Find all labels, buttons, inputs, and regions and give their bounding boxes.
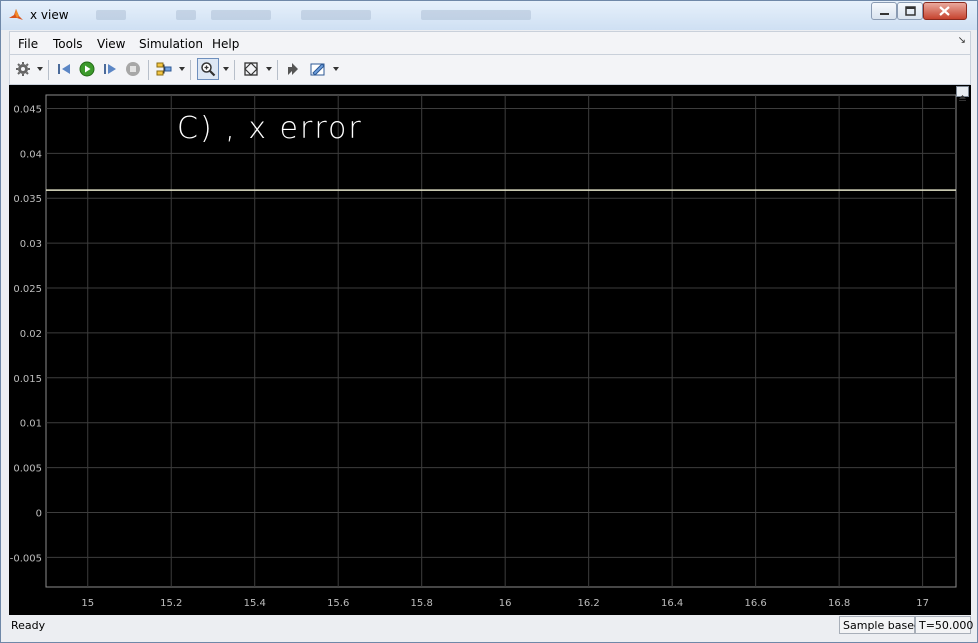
- style-icon: [310, 63, 325, 76]
- blurred-background: [211, 10, 271, 20]
- fit-to-view-icon: [244, 62, 258, 76]
- x-tick-label: 15.4: [244, 598, 266, 609]
- stop-icon: [126, 62, 140, 76]
- step-back-button[interactable]: [54, 59, 74, 79]
- step-forward-icon: [104, 64, 116, 74]
- toolbar-separator: [234, 60, 235, 80]
- highlight-block-button[interactable]: [283, 59, 303, 79]
- signal-selector-dropdown-arrow[interactable]: [179, 67, 185, 71]
- style-button[interactable]: [308, 59, 328, 79]
- minimize-button[interactable]: [871, 2, 897, 20]
- run-icon: [79, 61, 95, 77]
- x-tick-label: 16: [499, 598, 512, 609]
- title-bar[interactable]: x view: [1, 1, 977, 30]
- fit-to-view-button[interactable]: [241, 59, 261, 79]
- step-forward-button[interactable]: [100, 59, 120, 79]
- y-tick-label: 0.005: [13, 464, 42, 475]
- menu-help[interactable]: Help: [212, 37, 239, 51]
- blurred-background: [176, 10, 196, 20]
- toolbar-separator: [190, 60, 191, 80]
- settings-gear-icon: [16, 62, 30, 76]
- zoom-button[interactable]: [197, 58, 219, 80]
- annotation-text: C) , x error: [177, 111, 363, 146]
- axes-box: [45, 94, 957, 588]
- arrow-up-icon: [959, 95, 966, 101]
- y-tick-label: -0.005: [10, 553, 42, 564]
- menu-file[interactable]: File: [18, 37, 38, 51]
- highlight-block-icon: [288, 63, 298, 75]
- signal-selector-icon: [156, 62, 172, 76]
- blurred-background: [96, 10, 126, 20]
- close-icon: [939, 6, 950, 16]
- settings-dropdown-arrow[interactable]: [37, 67, 43, 71]
- status-sample-mode: Sample based: [839, 616, 921, 634]
- menu-simulation[interactable]: Simulation: [139, 37, 203, 51]
- y-tick-label: 0.02: [20, 329, 42, 340]
- menu-bar: File Tools View Simulation Help ↘: [9, 31, 971, 55]
- window-title: x view: [30, 8, 69, 22]
- status-ready-text: Ready: [11, 619, 46, 632]
- maximize-button[interactable]: [897, 2, 923, 20]
- toolbar-separator: [277, 60, 278, 80]
- x-tick-label: 17: [916, 598, 929, 609]
- x-tick-label: 16.4: [661, 598, 683, 609]
- toolbar-separator: [148, 60, 149, 80]
- x-tick-label: 15.2: [160, 598, 182, 609]
- y-tick-label: 0.04: [20, 149, 42, 160]
- x-tick-label: 16.6: [745, 598, 767, 609]
- undock-legend-button[interactable]: [956, 86, 969, 101]
- zoom-dropdown-arrow[interactable]: [223, 67, 229, 71]
- y-tick-label: 0.03: [20, 239, 42, 250]
- scope-plot[interactable]: 15 15.2 15.4 15.6 15.8 16 16.2 16.4 16.6 16.8 17 0.…: [9, 85, 971, 615]
- matlab-logo-icon: [9, 9, 23, 20]
- close-button[interactable]: [923, 2, 967, 20]
- style-dropdown-arrow[interactable]: [333, 67, 339, 71]
- toolbar: [9, 55, 971, 85]
- chevron-down-icon[interactable]: ↘: [958, 35, 966, 46]
- status-bar: Ready Sample based T=50.000: [9, 615, 973, 635]
- settings-button[interactable]: [13, 59, 33, 79]
- x-tick-label: 15: [81, 598, 94, 609]
- scope-window: x view File Tools View Simulation Help ↘: [0, 0, 978, 643]
- x-tick-label: 15.8: [411, 598, 433, 609]
- y-tick-label: 0.01: [20, 419, 42, 430]
- y-tick-label: 0.025: [13, 284, 42, 295]
- maximize-icon: [905, 6, 916, 16]
- y-tick-label: 0.045: [13, 104, 42, 115]
- stop-button[interactable]: [123, 59, 143, 79]
- minimize-icon: [880, 13, 889, 15]
- y-tick-label: 0: [36, 508, 42, 519]
- step-back-icon: [58, 64, 70, 74]
- menu-tools[interactable]: Tools: [53, 37, 83, 51]
- fit-dropdown-arrow[interactable]: [266, 67, 272, 71]
- blurred-background: [301, 10, 371, 20]
- x-tick-label: 15.6: [327, 598, 349, 609]
- blurred-background: [421, 10, 531, 20]
- x-tick-label: 16.8: [828, 598, 850, 609]
- scope-display: 15 15.2 15.4 15.6 15.8 16 16.2 16.4 16.6 16.8 17 0.…: [9, 85, 971, 615]
- toolbar-separator: [48, 60, 49, 80]
- x-tick-label: 16.2: [578, 598, 600, 609]
- status-sim-time: T=50.000: [915, 616, 973, 634]
- y-tick-label: 0.035: [13, 194, 42, 205]
- run-button[interactable]: [77, 59, 97, 79]
- signal-selector-button[interactable]: [154, 59, 174, 79]
- zoom-icon: [201, 62, 216, 77]
- menu-view[interactable]: View: [97, 37, 125, 51]
- y-tick-label: 0.015: [13, 374, 42, 385]
